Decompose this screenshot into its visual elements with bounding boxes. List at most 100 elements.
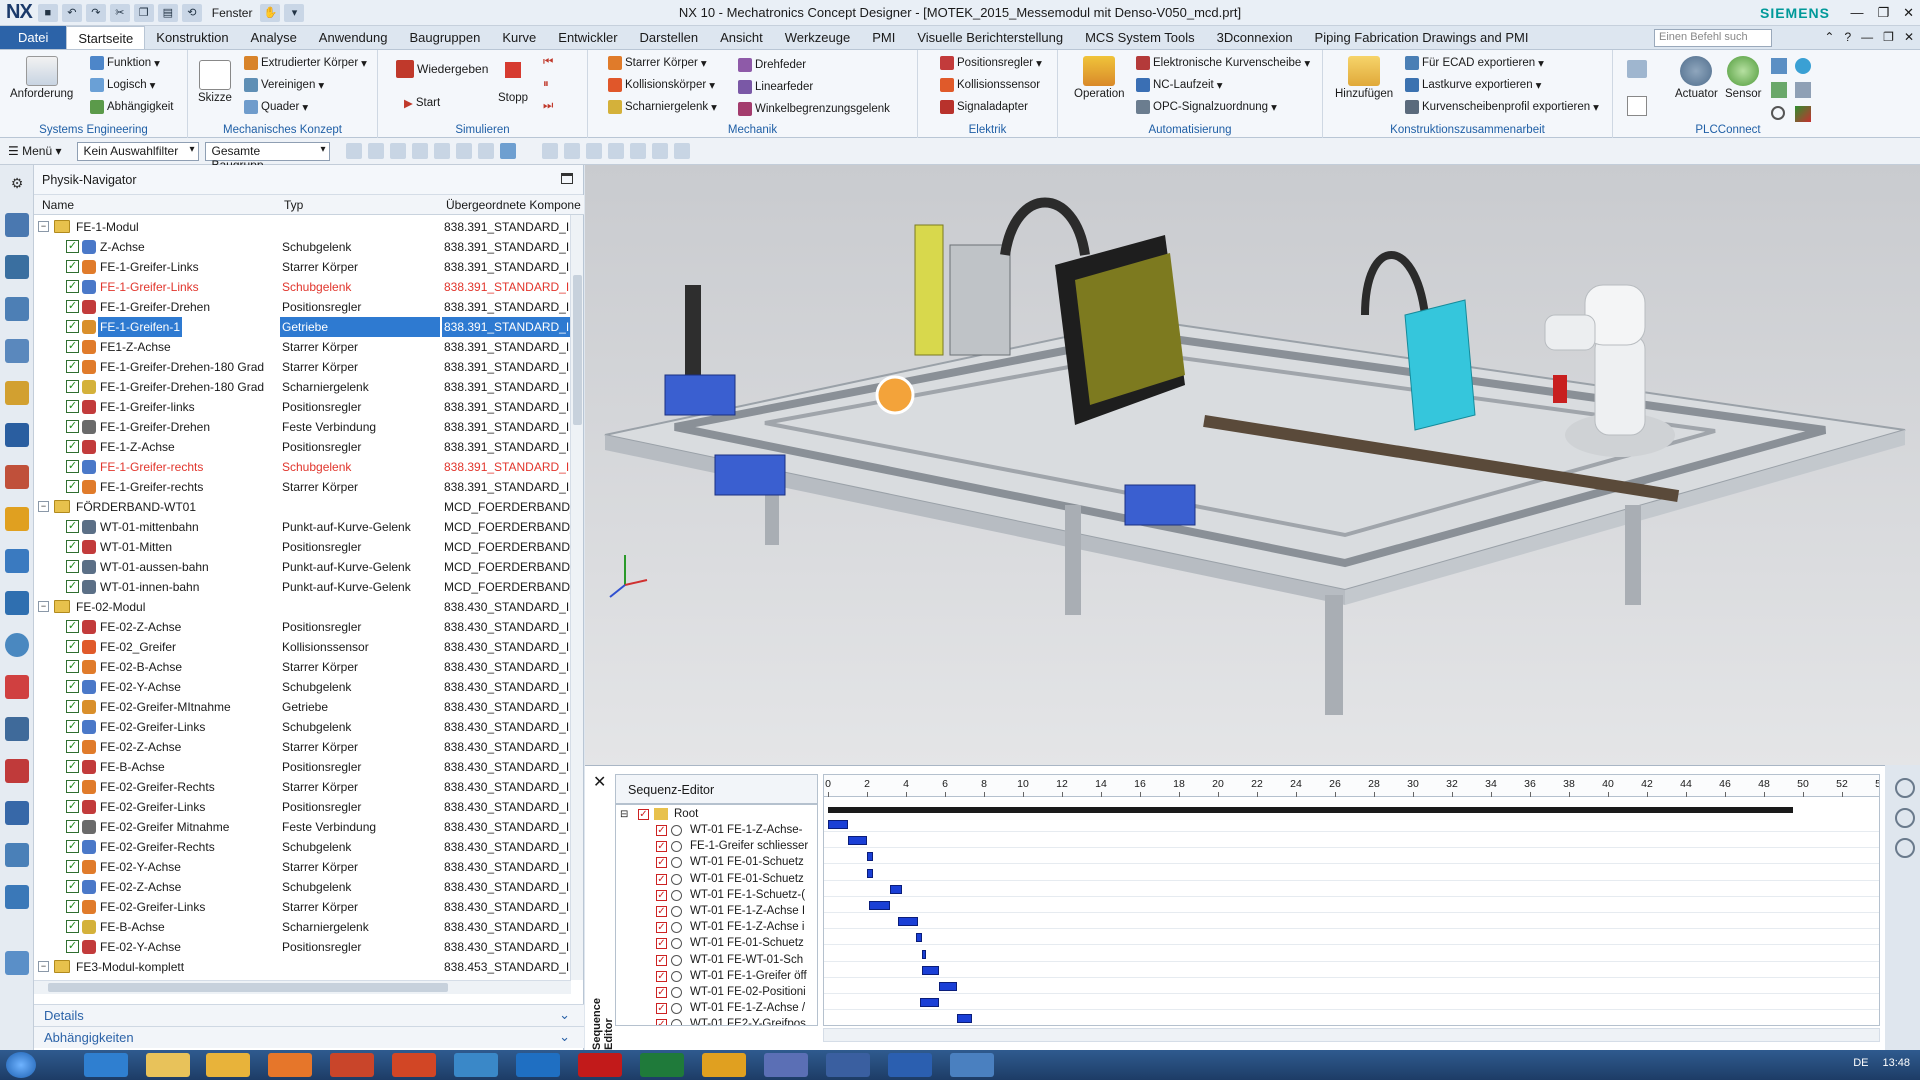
collapse-icon[interactable]: − [38, 961, 49, 972]
operation-timeline-bar[interactable] [867, 868, 873, 878]
minimize-icon[interactable]: — [1850, 5, 1863, 21]
system-navigator-icon[interactable] [5, 507, 29, 531]
3dconnexion-icon[interactable] [5, 951, 29, 975]
runtime-inspector-icon[interactable] [5, 465, 29, 489]
visibility-checkbox[interactable]: ✓ [66, 240, 79, 253]
visibility-checkbox[interactable]: ✓ [66, 320, 79, 333]
plcsim-icon[interactable] [826, 1053, 870, 1077]
visibility-checkbox[interactable]: ✓ [66, 920, 79, 933]
tree-item-row[interactable]: ✓ FE1-Z-Achse Starrer Körper 838.391_STANDA… [34, 337, 571, 357]
operation-row[interactable]: ✓ WT-01 FE-02-Positioni [616, 985, 817, 1001]
visibility-checkbox[interactable]: ✓ [66, 720, 79, 733]
tree-item-row[interactable]: ✓ FE-1-Greifer-links Positionsregler 838.39… [34, 397, 571, 417]
stopp-button[interactable]: Stopp [498, 62, 528, 104]
tree-item-row[interactable]: ✓ FE-1-Greifer-Drehen-180 Grad Scharnierge… [34, 377, 571, 397]
tab-kurve[interactable]: Kurve [491, 26, 547, 49]
fit-view-icon[interactable] [542, 143, 559, 159]
plc-signal-icon[interactable] [1795, 106, 1811, 122]
starrer-koerper-button[interactable]: Starrer Körper ▾ [608, 56, 707, 70]
operation-row[interactable]: ✓ FE-1-Greifer schliesser [616, 839, 817, 855]
operation-row[interactable]: ✓ WT-01 FE-1-Schuetz-( [616, 888, 817, 904]
repeat-command-icon[interactable]: ⟲ [181, 3, 202, 22]
tree-folder-row[interactable]: − FÖRDERBAND-WT01 MCD_FOERDERBAND_( [34, 497, 571, 517]
undo-icon[interactable]: ↶ [61, 3, 82, 22]
visibility-checkbox[interactable]: ✓ [66, 400, 79, 413]
visibility-checkbox[interactable]: ✓ [66, 700, 79, 713]
touch-mode-icon[interactable]: ✋ [260, 3, 281, 22]
roles-icon[interactable] [5, 759, 29, 783]
tab-analyse[interactable]: Analyse [240, 26, 308, 49]
zoom-icon[interactable] [564, 143, 581, 159]
render-style-icon[interactable] [630, 143, 647, 159]
tab-pmi[interactable]: PMI [861, 26, 906, 49]
color-palette-icon[interactable] [5, 675, 29, 699]
navigator-vertical-scrollbar[interactable] [570, 215, 583, 980]
gear-marker-icon[interactable] [875, 375, 915, 415]
visibility-checkbox[interactable]: ✓ [66, 760, 79, 773]
details-panel[interactable]: Details ⌄ [34, 1004, 584, 1026]
nc-laufzeit-button[interactable]: NC-Laufzeit ▾ [1136, 78, 1223, 92]
tree-folder-row[interactable]: − FE3-Modul-komplett 838.453_STANDARD_II [34, 957, 571, 977]
navigator-horizontal-scrollbar[interactable] [34, 980, 571, 994]
quader-button[interactable]: Quader ▾ [244, 100, 308, 114]
tree-folder-row[interactable]: − FE-1-Modul 838.391_STANDARD_II [34, 217, 571, 237]
operation-timeline-bar[interactable] [847, 836, 867, 846]
visibility-checkbox[interactable]: ✓ [66, 660, 79, 673]
column-parent[interactable]: Übergeordnete Kompone [446, 198, 581, 212]
powerpoint-icon[interactable] [392, 1053, 436, 1077]
tab-entwickler[interactable]: Entwickler [547, 26, 628, 49]
operation-checkbox[interactable]: ✓ [656, 922, 667, 934]
visibility-checkbox[interactable]: ✓ [66, 360, 79, 373]
visibility-checkbox[interactable]: ✓ [66, 860, 79, 873]
operation-row[interactable]: ✓ WT-01 FE-01-Schuetz [616, 936, 817, 952]
visibility-checkbox[interactable]: ✓ [66, 260, 79, 273]
word-icon[interactable] [888, 1053, 932, 1077]
tools-icon[interactable] [5, 717, 29, 741]
collapse-icon[interactable]: − [38, 601, 49, 612]
tree-item-row[interactable]: ✓ FE-02_Greifer Kollisionssensor 838.430_ST… [34, 637, 571, 657]
reuse-library-icon[interactable] [5, 339, 29, 363]
language-indicator[interactable]: DE [1853, 1057, 1868, 1069]
media-icon[interactable] [330, 1053, 374, 1077]
3d-viewport[interactable] [585, 165, 1920, 765]
tab-visuelle-berichterstellung[interactable]: Visuelle Berichterstellung [906, 26, 1074, 49]
plc-list-icon[interactable] [1795, 82, 1811, 98]
operation-row[interactable]: ✓ WT-01 FE-01-Schuetz [616, 872, 817, 888]
tree-item-row[interactable]: ✓ FE-1-Greifer-rechts Schubgelenk 838.391_S… [34, 457, 571, 477]
nx-taskbar-icon[interactable] [454, 1053, 498, 1077]
funktion-button[interactable]: Funktion ▾ [90, 56, 160, 70]
window-menu[interactable]: Fenster [212, 6, 253, 20]
visibility-checkbox[interactable]: ✓ [66, 560, 79, 573]
close-icon[interactable]: ✕ [1903, 5, 1914, 21]
zoom-in-icon[interactable] [1895, 778, 1915, 798]
internet-explorer-icon[interactable] [84, 1053, 128, 1077]
tree-item-row[interactable]: ✓ FE-02-B-Achse Starrer Körper 838.430_STAN… [34, 657, 571, 677]
plc-settings-icon[interactable] [1627, 60, 1647, 78]
extrudierter-koerper-button[interactable]: Extrudierter Körper ▾ [244, 56, 367, 70]
tree-item-row[interactable]: ✓ Z-Achse Schubgelenk 838.391_STANDARD_II [34, 237, 571, 257]
restore-icon[interactable]: ❐ [1883, 30, 1894, 44]
plc-status-icon[interactable] [1771, 106, 1785, 120]
tab-piping[interactable]: Piping Fabrication Drawings and PMI [1304, 26, 1540, 49]
restore-icon[interactable]: ❐ [1877, 5, 1889, 21]
sensor-button[interactable]: Sensor [1725, 56, 1761, 100]
app-red-icon[interactable] [578, 1053, 622, 1077]
visibility-checkbox[interactable]: ✓ [66, 680, 79, 693]
operation-timeline-bar[interactable] [898, 917, 918, 927]
tab-werkzeuge[interactable]: Werkzeuge [774, 26, 862, 49]
lastkurve-export-button[interactable]: Lastkurve exportieren ▾ [1405, 78, 1541, 92]
cut-icon[interactable]: ✂ [109, 3, 130, 22]
column-type[interactable]: Typ [284, 198, 303, 212]
close-icon[interactable]: ✕ [1904, 30, 1914, 44]
visibility-checkbox[interactable]: ✓ [66, 440, 79, 453]
tree-item-row[interactable]: ✓ FE-02-Z-Achse Starrer Körper 838.430_STAN… [34, 737, 571, 757]
close-icon[interactable]: ✕ [593, 772, 606, 792]
tree-item-row[interactable]: ✓ FE-02-Greifer-MItnahme Getriebe 838.430_S… [34, 697, 571, 717]
plc-tool-icon[interactable] [1771, 58, 1787, 74]
view-orient-icon[interactable] [478, 143, 495, 159]
visibility-checkbox[interactable]: ✓ [66, 620, 79, 633]
tree-item-row[interactable]: ✓ WT-01-mittenbahn Punkt-auf-Kurve-Gelenk M… [34, 517, 571, 537]
operation-button[interactable]: Operation [1074, 56, 1125, 100]
kurvenscheibenprofil-export-button[interactable]: Kurvenscheibenprofil exportieren ▾ [1405, 100, 1599, 114]
tree-item-row[interactable]: ✓ FE-02-Greifer-Links Positionsregler 838.4… [34, 797, 571, 817]
